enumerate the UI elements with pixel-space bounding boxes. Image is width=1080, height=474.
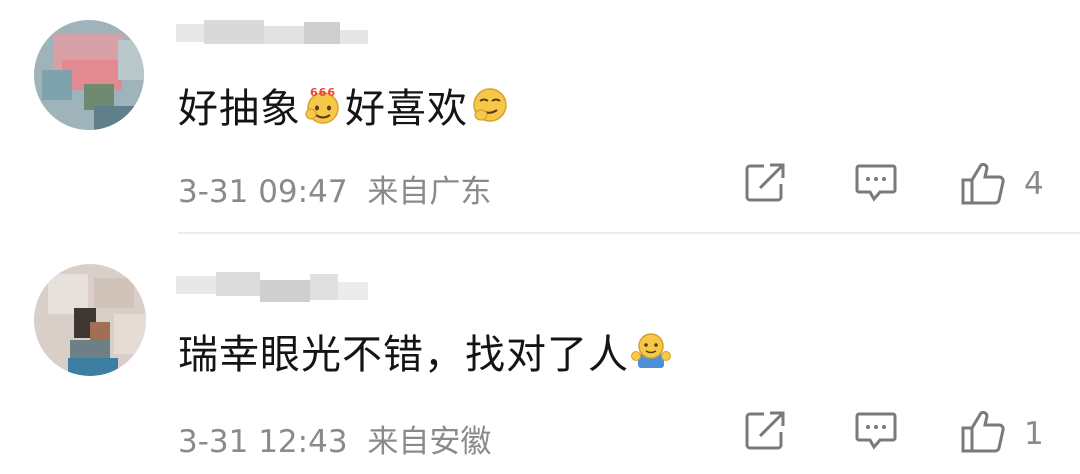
avatar[interactable] bbox=[34, 20, 144, 130]
comment-item: 瑞幸眼光不错，找对了人 3-31 12:43 来自安徽 1 bbox=[0, 234, 1080, 474]
svg-text:666: 666 bbox=[310, 86, 336, 99]
comment-text: 好抽象 666 好喜欢 bbox=[178, 80, 512, 132]
comment-icon bbox=[855, 412, 897, 450]
comment-time: 3-31 12:43 bbox=[178, 424, 348, 460]
comment-meta: 3-31 09:47 来自广东 bbox=[178, 166, 501, 211]
666-emoji-icon: 666 bbox=[302, 84, 344, 126]
comment-button[interactable] bbox=[854, 162, 898, 204]
smug-emoji-icon bbox=[469, 84, 511, 126]
like-count: 1 bbox=[1024, 416, 1044, 452]
comment-time: 3-31 09:47 bbox=[178, 174, 348, 210]
like-button[interactable] bbox=[960, 162, 1006, 206]
comment-location: 来自安徽 bbox=[367, 424, 492, 460]
comment-location: 来自广东 bbox=[367, 174, 492, 210]
comment-text-part: 好抽象 bbox=[178, 86, 301, 132]
share-icon bbox=[745, 163, 785, 202]
comment-button[interactable] bbox=[854, 410, 898, 452]
comment-meta: 3-31 12:43 来自安徽 bbox=[178, 416, 501, 461]
share-button[interactable] bbox=[744, 162, 786, 204]
share-button[interactable] bbox=[744, 410, 786, 452]
comment-icon bbox=[855, 164, 897, 202]
comment-text-part: 瑞幸眼光不错，找对了人 bbox=[178, 332, 629, 378]
like-button[interactable] bbox=[960, 410, 1006, 454]
username-blurred[interactable] bbox=[176, 268, 376, 310]
comment-text-part: 好喜欢 bbox=[345, 86, 468, 132]
username-blurred[interactable] bbox=[176, 10, 376, 52]
avatar[interactable] bbox=[34, 264, 146, 376]
comment-text: 瑞幸眼光不错，找对了人 bbox=[178, 326, 673, 378]
share-icon bbox=[745, 411, 785, 450]
comment-item: 好抽象 666 好喜欢 3-31 09:47 来自广东 4 bbox=[0, 0, 1080, 232]
like-count: 4 bbox=[1024, 166, 1044, 202]
hug-emoji-icon bbox=[630, 330, 672, 372]
thumbs-up-icon bbox=[961, 162, 1005, 205]
thumbs-up-icon bbox=[961, 410, 1005, 453]
